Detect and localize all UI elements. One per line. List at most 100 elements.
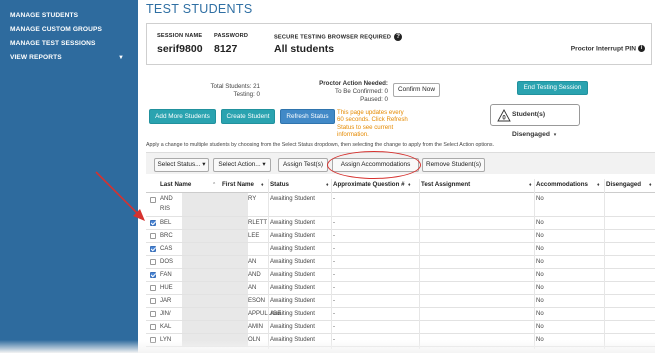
table-row[interactable]: DOS AN Awaiting Student - No <box>146 256 655 269</box>
column-divider <box>331 179 332 349</box>
select-action-label: Select Action... <box>218 161 261 168</box>
redaction-block <box>182 269 248 281</box>
status-cell: Awaiting Student <box>270 311 315 317</box>
redaction-block <box>182 193 248 216</box>
main-content: TEST STUDENTS SESSION NAME serif9800 PAS… <box>138 0 655 353</box>
assign-tests-button[interactable]: Assign Test(s) <box>278 158 328 172</box>
confirm-now-button[interactable]: Confirm Now <box>393 83 440 97</box>
chevron-down-icon: ▾ <box>262 161 266 168</box>
disengaged-students-dropdown[interactable]: 0 Student(s) Disengaged ▾ <box>490 104 580 138</box>
row-checkbox[interactable] <box>150 246 156 252</box>
first-name-cell: OLN <box>248 337 261 343</box>
column-header-status[interactable]: Status <box>270 181 289 188</box>
table-row[interactable]: KAL AMIN Awaiting Student - No <box>146 321 655 334</box>
last-name-cell: AND <box>160 196 173 202</box>
accommodations-cell: No <box>536 298 544 304</box>
table-row[interactable]: HUE AN Awaiting Student - No <box>146 282 655 295</box>
students-table-header: Last Name ⌃ First Name ♦ Status ♦ Approx… <box>146 179 655 193</box>
row-checkbox[interactable] <box>150 197 156 203</box>
row-checkbox[interactable] <box>150 259 156 265</box>
redaction-block <box>182 321 248 333</box>
status-cell: Awaiting Student <box>270 272 315 278</box>
redaction-block <box>182 334 248 346</box>
sidebar-item-view-reports[interactable]: VIEW REPORTS ▼ <box>0 51 138 65</box>
assign-accommodations-button[interactable]: Assign Accommodations <box>332 158 419 172</box>
table-row[interactable]: JIN/ APPULLIGE Awaiting Student - No <box>146 308 655 321</box>
page-title: TEST STUDENTS <box>146 2 253 16</box>
accommodations-cell: No <box>536 259 544 265</box>
table-row[interactable]: CAS Awaiting Student - No <box>146 243 655 256</box>
accommodations-cell: No <box>536 196 544 202</box>
row-checkbox[interactable] <box>150 220 156 226</box>
table-row[interactable]: LYN OLN Awaiting Student - No <box>146 334 655 347</box>
question-cell: - <box>333 311 335 317</box>
refresh-status-button[interactable]: Refresh Status <box>280 109 335 124</box>
column-divider <box>419 179 420 349</box>
column-header-first-name[interactable]: First Name <box>222 181 254 188</box>
select-action-dropdown[interactable]: Select Action... ▾ <box>213 158 271 172</box>
table-row[interactable]: AND RIS RY Awaiting Student - No <box>146 193 655 217</box>
status-cell: Awaiting Student <box>270 298 315 304</box>
first-name-cell: RY <box>248 196 257 202</box>
accommodations-cell: No <box>536 337 544 343</box>
status-cell: Awaiting Student <box>270 337 315 343</box>
disengaged-label: Student(s) Disengaged <box>512 111 550 138</box>
column-header-accommodations[interactable]: Accommodations <box>536 181 588 188</box>
table-row[interactable]: BEL RLETT Awaiting Student - No <box>146 217 655 230</box>
column-header-test-assignment[interactable]: Test Assignment <box>421 181 470 188</box>
last-name-cell: FAN <box>160 272 172 278</box>
table-row[interactable]: BRC LEE Awaiting Student - No <box>146 230 655 243</box>
redaction-block <box>182 230 248 242</box>
chevron-down-icon: ▾ <box>202 161 206 168</box>
end-testing-session-button[interactable]: End Testing Session <box>517 81 588 95</box>
chevron-down-icon: ▼ <box>117 55 124 61</box>
column-header-disengaged[interactable]: Disengaged <box>606 181 641 188</box>
testing-count: Testing: 0 <box>233 91 260 98</box>
question-cell: - <box>333 259 335 265</box>
first-name-cell: RLETT <box>248 220 268 226</box>
table-row[interactable]: FAN AND Awaiting Student - No <box>146 269 655 282</box>
proctor-interrupt-pin[interactable]: Proctor Interrupt PIN i <box>571 45 645 52</box>
last-name-cell: JIN/ <box>160 311 171 317</box>
question-cell: - <box>333 220 335 226</box>
first-name-cell: AN <box>248 259 257 265</box>
proctor-action-title: Proctor Action Needed: <box>319 80 388 87</box>
last-name-cell: BEL <box>160 220 172 226</box>
row-checkbox[interactable] <box>150 298 156 304</box>
sidebar-item-manage-test-sessions[interactable]: MANAGE TEST SESSIONS <box>0 37 138 51</box>
accommodations-cell: No <box>536 272 544 278</box>
create-student-button[interactable]: Create Student <box>221 109 275 124</box>
sidebar-item-manage-custom-groups[interactable]: MANAGE CUSTOM GROUPS <box>0 23 138 37</box>
accommodations-cell: No <box>536 311 544 317</box>
row-checkbox[interactable] <box>150 337 156 343</box>
sidebar-item-label: VIEW REPORTS <box>10 54 62 61</box>
total-students: Total Students: 21 <box>210 83 260 90</box>
row-checkbox[interactable] <box>150 285 156 291</box>
table-row[interactable]: JAR ESON Awaiting Student - No <box>146 295 655 308</box>
remove-students-button[interactable]: Remove Student(s) <box>422 158 485 172</box>
sort-icon: ♦ <box>649 182 652 188</box>
row-checkbox[interactable] <box>150 272 156 278</box>
secure-browser-label: SECURE TESTING BROWSER REQUIRED? <box>274 33 403 41</box>
proctor-action-summary: Proctor Action Needed: To Be Confirmed: … <box>310 80 388 104</box>
column-header-approximate-question[interactable]: Approximate Question # <box>333 181 405 188</box>
student-stats: Total Students: 21 Testing: 0 <box>198 83 260 99</box>
last-name-cell: CAS <box>160 246 173 252</box>
info-icon: i <box>638 45 645 52</box>
row-checkbox[interactable] <box>150 324 156 330</box>
row-checkbox[interactable] <box>150 233 156 239</box>
status-cell: Awaiting Student <box>270 246 315 252</box>
session-name-label: SESSION NAME <box>157 33 203 39</box>
question-cell: - <box>333 324 335 330</box>
question-cell: - <box>333 272 335 278</box>
redaction-block <box>182 243 248 255</box>
select-status-dropdown[interactable]: Select Status... ▾ <box>154 158 209 172</box>
row-checkbox[interactable] <box>150 311 156 317</box>
column-header-last-name[interactable]: Last Name <box>160 181 191 188</box>
help-icon[interactable]: ? <box>394 33 403 41</box>
column-divider <box>268 179 269 349</box>
sort-icon: ♦ <box>529 182 532 188</box>
add-more-students-button[interactable]: Add More Students <box>149 109 216 124</box>
first-name-cell: LEE <box>248 233 260 239</box>
sidebar-item-manage-students[interactable]: MANAGE STUDENTS <box>0 9 138 23</box>
